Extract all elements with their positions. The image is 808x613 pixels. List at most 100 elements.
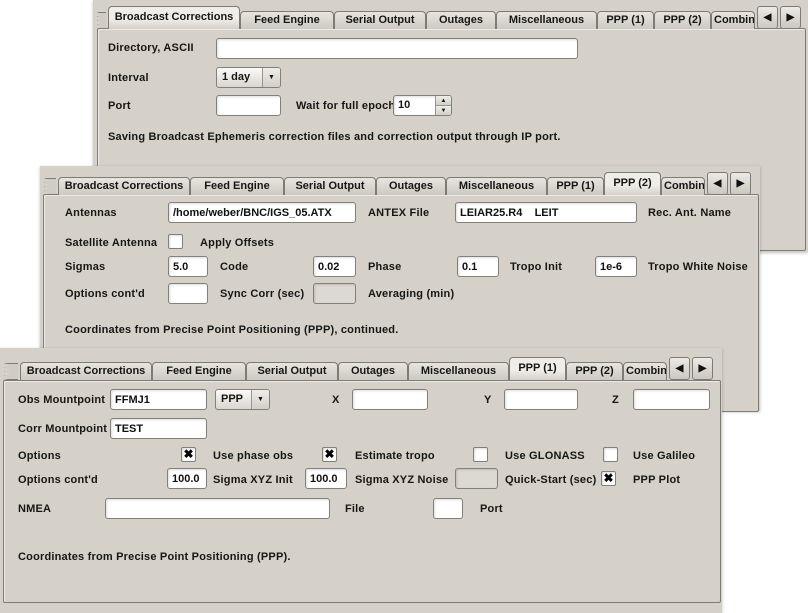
tab-ppp-1[interactable]: PPP (1) [509,357,566,380]
nmea-port-input[interactable] [433,498,463,519]
tropo-init-label: Tropo Init [510,261,562,274]
tab-serial-output[interactable]: Serial Output [246,362,338,380]
sigma-phase-input[interactable] [313,256,356,277]
corr-mountpoint-label: Corr Mountpoint [18,423,107,436]
satellite-antenna-label: Satellite Antenna [65,237,157,250]
interval-select[interactable]: 1 day ▼ [216,67,281,88]
tab-scroll-right-button[interactable]: ▶ [692,357,713,380]
ppp-mode-select[interactable]: PPP ▼ [215,389,270,410]
tab-overflow-torn-edge [44,178,56,195]
z-input[interactable] [633,389,710,410]
apply-offsets-label: Apply Offsets [200,237,274,250]
spin-down-icon[interactable]: ▼ [436,106,451,115]
sigma-xyz-init-label: Sigma XYZ Init [213,474,293,487]
use-phase-obs-label: Use phase obs [213,450,293,463]
tab-outages[interactable]: Outages [338,362,408,380]
tab-broadcast-corrections[interactable]: Broadcast Corrections [20,362,152,380]
tab-feed-engine[interactable]: Feed Engine [152,362,246,380]
tab-miscellaneous[interactable]: Miscellaneous [408,362,509,380]
y-input[interactable] [504,389,578,410]
tropo-init-input[interactable] [457,256,499,277]
obs-mountpoint-input[interactable] [110,389,207,410]
antennas-label: Antennas [65,207,117,220]
ppp-mode-selected-value: PPP [216,390,251,409]
tab-overflow-torn-edge [97,12,106,29]
spin-up-icon[interactable]: ▲ [436,96,451,106]
tab-bar: Broadcast Corrections Feed Engine Serial… [97,6,801,29]
averaging-input [313,283,356,304]
tab-ppp-1[interactable]: PPP (1) [597,11,654,29]
sigma-phase-label: Phase [368,261,401,274]
left-arrow-icon: ◀ [764,12,772,23]
tab-combination[interactable]: Combin [711,11,755,29]
tab-broadcast-corrections[interactable]: Broadcast Corrections [108,6,240,29]
rec-antenna-label: Rec. Ant. Name [648,207,731,220]
chevron-down-icon[interactable]: ▼ [262,68,280,87]
tab-scroll-right-button[interactable]: ▶ [780,6,801,29]
sigmas-label: Sigmas [65,261,105,274]
right-arrow-icon: ▶ [699,363,707,374]
tab-scroll-left-button[interactable]: ◀ [669,357,690,380]
tab-ppp-1[interactable]: PPP (1) [547,177,604,195]
options-contd-label: Options cont'd [65,288,145,301]
wait-epoch-label: Wait for full epoch [296,100,395,113]
tab-overflow-torn-edge [4,363,18,380]
tab-miscellaneous[interactable]: Miscellaneous [446,177,547,195]
corr-mountpoint-input[interactable] [110,418,207,439]
antennas-input[interactable] [168,202,356,223]
sigma-xyz-init-input[interactable] [167,468,207,489]
tab-scroll-right-button[interactable]: ▶ [730,172,751,195]
estimate-tropo-checkbox[interactable] [473,447,488,462]
tab-ppp-2[interactable]: PPP (2) [654,11,711,29]
tab-scroll-left-button[interactable]: ◀ [707,172,728,195]
use-phase-obs-checkbox[interactable]: ✖ [322,447,337,462]
x-input[interactable] [352,389,428,410]
tab-scroll-left-button[interactable]: ◀ [757,6,778,29]
tab-serial-output[interactable]: Serial Output [334,11,426,29]
satellite-antenna-checkbox[interactable] [168,234,183,249]
nmea-label: NMEA [18,503,51,516]
tab-combination[interactable]: Combin [623,362,667,380]
interval-label: Interval [108,72,149,85]
tab-broadcast-corrections[interactable]: Broadcast Corrections [58,177,190,195]
averaging-label: Averaging (min) [368,288,454,301]
nmea-port-label: Port [480,503,503,516]
ppp1-pane [3,380,721,603]
sigma-xyz-noise-label: Sigma XYZ Noise [355,474,448,487]
port-label: Port [108,100,131,113]
port-input[interactable] [216,95,281,116]
tropo-white-noise-input[interactable] [595,256,637,277]
sigma-xyz-noise-input[interactable] [305,468,347,489]
use-glonass-label: Use GLONASS [505,450,585,463]
tab-bar: Broadcast Corrections Feed Engine Serial… [4,357,713,380]
chevron-down-icon[interactable]: ▼ [251,390,269,409]
nmea-file-input[interactable] [105,498,330,519]
tab-combination[interactable]: Combin [661,177,705,195]
left-arrow-icon: ◀ [714,178,722,189]
tab-ppp-2[interactable]: PPP (2) [566,362,623,380]
right-arrow-icon: ▶ [737,178,745,189]
z-label: Z [612,394,619,407]
options-label: Options [18,450,61,463]
tab-outages[interactable]: Outages [376,177,446,195]
tab-outages[interactable]: Outages [426,11,496,29]
sigma-code-input[interactable] [168,256,208,277]
tab-serial-output[interactable]: Serial Output [284,177,376,195]
interval-selected-value: 1 day [217,68,262,87]
use-glonass-checkbox[interactable] [603,447,618,462]
sigma-code-label: Code [220,261,248,274]
wait-epoch-spinbox[interactable]: 10 sec ▲ ▼ [393,95,452,116]
tab-miscellaneous[interactable]: Miscellaneous [496,11,597,29]
ppp-plot-label: PPP Plot [633,474,680,487]
tab-feed-engine[interactable]: Feed Engine [190,177,284,195]
sync-corr-input[interactable] [168,283,208,304]
antex-file-label: ANTEX File [368,207,429,220]
estimate-tropo-label: Estimate tropo [355,450,435,463]
wait-epoch-value: 10 sec [394,96,435,115]
options-checkbox[interactable]: ✖ [181,447,196,462]
tab-feed-engine[interactable]: Feed Engine [240,11,334,29]
rec-antenna-input[interactable] [455,202,637,223]
ppp-plot-checkbox[interactable]: ✖ [601,471,616,486]
tab-ppp-2[interactable]: PPP (2) [604,172,661,195]
directory-ascii-input[interactable] [216,38,578,59]
